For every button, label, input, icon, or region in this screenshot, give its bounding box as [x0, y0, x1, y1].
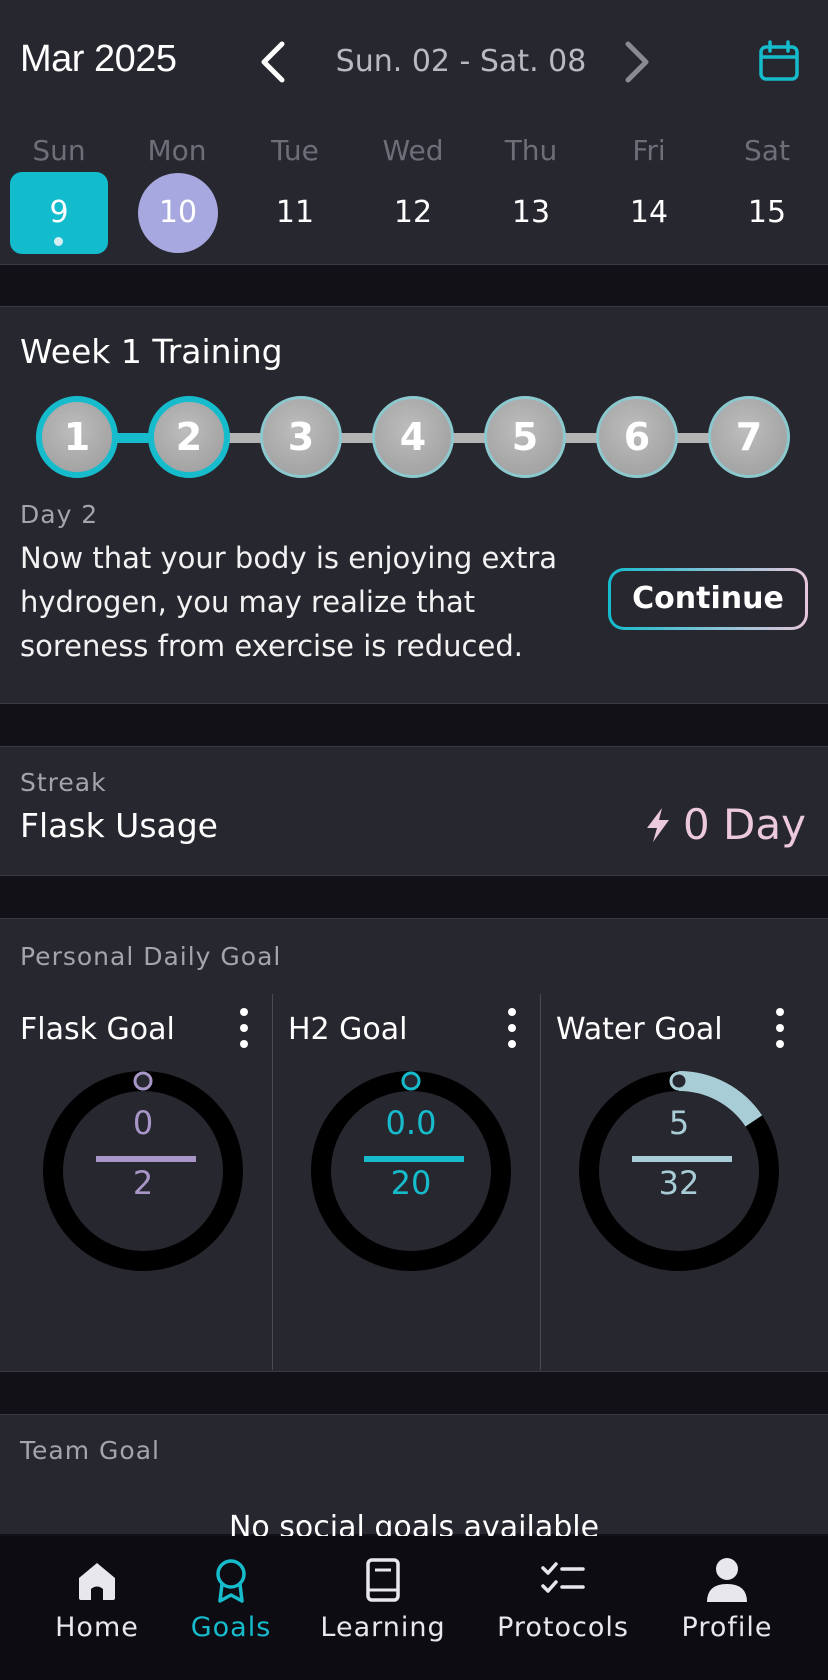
- weekday-label: Mon: [147, 134, 207, 167]
- weekday-label: Fri: [632, 134, 666, 167]
- tab-label: Learning: [320, 1612, 446, 1643]
- goal-ring-knob: [401, 1071, 421, 1091]
- chevron-right-icon[interactable]: [616, 38, 656, 86]
- calendar-icon[interactable]: [756, 38, 802, 84]
- flask-goal: Flask Goal 0 2: [0, 992, 268, 1370]
- training-body: Now that your body is enjoying extra hyd…: [20, 541, 558, 663]
- goal-fraction-bar: [632, 1156, 732, 1162]
- weekday-label: Wed: [382, 134, 444, 167]
- divider: [0, 703, 828, 704]
- water-goal: Water Goal 5 32: [536, 992, 804, 1370]
- goal-title: Water Goal: [556, 1012, 723, 1047]
- checklist-icon: [541, 1562, 585, 1593]
- chevron-left-icon[interactable]: [254, 38, 294, 86]
- day-selected[interactable]: 10: [138, 173, 218, 253]
- tab-protocols[interactable]: Protocols: [480, 1556, 646, 1666]
- continue-label: Continue: [611, 571, 805, 627]
- training-title: Week 1 Training: [20, 332, 283, 371]
- more-vertical-icon[interactable]: [234, 1006, 254, 1050]
- day-number: 9: [49, 195, 69, 230]
- training-step-2[interactable]: 2: [148, 396, 230, 478]
- streak-card: Streak Flask Usage 0 Day: [0, 746, 828, 876]
- divider: [0, 1414, 828, 1415]
- user-icon: [707, 1558, 747, 1602]
- day-number[interactable]: 13: [482, 172, 580, 254]
- weekday-label: Sun: [32, 134, 86, 167]
- streak-label: Streak: [20, 768, 107, 797]
- continue-button[interactable]: Continue: [608, 568, 808, 630]
- streak-value: 0 Day: [643, 800, 806, 849]
- tab-goals[interactable]: Goals: [148, 1556, 314, 1666]
- weekday-label: Sat: [744, 134, 790, 167]
- goal-target: 20: [390, 1164, 432, 1202]
- training-steps: 1 2 3 4 5 6 7: [36, 396, 796, 480]
- goal-title: Flask Goal: [20, 1012, 175, 1047]
- divider: [0, 918, 828, 919]
- week-range: Sun. 02 - Sat. 08: [335, 44, 587, 79]
- more-vertical-icon[interactable]: [770, 1006, 790, 1050]
- week-header: Mar 2025 Sun. 02 - Sat. 08 Sun Mon Tue W…: [0, 0, 828, 264]
- award-icon: [216, 1559, 246, 1603]
- goal-ring-knob: [669, 1071, 689, 1091]
- weekday-label: Thu: [504, 134, 558, 167]
- divider: [0, 746, 828, 747]
- goal-title: H2 Goal: [288, 1012, 408, 1047]
- tab-profile[interactable]: Profile: [644, 1556, 810, 1666]
- team-goal-card: Team Goal No social goals available: [0, 1414, 828, 1545]
- goal-fraction-bar: [96, 1156, 196, 1162]
- h2-goal: H2 Goal 0.0 20: [268, 992, 536, 1370]
- divider: [0, 264, 828, 265]
- divider: [0, 875, 828, 876]
- goal-ring-knob: [133, 1071, 153, 1091]
- tab-learning[interactable]: Learning: [300, 1556, 466, 1666]
- day-today[interactable]: 9: [10, 172, 108, 254]
- goal-value: 0.0: [385, 1104, 437, 1142]
- team-goal-label: Team Goal: [20, 1436, 160, 1465]
- day-number[interactable]: 11: [246, 172, 344, 254]
- goal-value: 0: [132, 1104, 154, 1142]
- goal-fraction-bar: [364, 1156, 464, 1162]
- month-title: Mar 2025: [20, 38, 177, 80]
- training-step-4[interactable]: 4: [372, 396, 454, 478]
- weekday-label: Tue: [271, 134, 319, 167]
- training-step-1[interactable]: 1: [36, 396, 118, 478]
- training-step-7[interactable]: 7: [708, 396, 790, 478]
- streak-title: Flask Usage: [20, 806, 218, 845]
- goal-value: 5: [668, 1104, 690, 1142]
- goal-target: 2: [132, 1164, 154, 1202]
- goal-target: 32: [658, 1164, 700, 1202]
- daily-goal-card: Personal Daily Goal Flask Goal 0 2 H2 Go…: [0, 918, 828, 1372]
- home-icon: [79, 1563, 115, 1600]
- training-step-6[interactable]: 6: [596, 396, 678, 478]
- weekday-labels: Sun Mon Tue Wed Thu Fri Sat: [0, 134, 828, 174]
- bolt-icon: [646, 807, 669, 842]
- more-vertical-icon[interactable]: [502, 1006, 522, 1050]
- day-number[interactable]: 12: [364, 172, 462, 254]
- weekday-numbers: 9 10 11 12 13 14 15: [0, 172, 828, 256]
- today-dot: [54, 237, 63, 246]
- tab-label: Profile: [681, 1612, 773, 1643]
- book-icon: [366, 1558, 400, 1602]
- bottom-tab-bar: Home Goals Learning Protocols Profile: [0, 1536, 828, 1680]
- daily-goal-label: Personal Daily Goal: [20, 942, 282, 971]
- day-number[interactable]: 14: [600, 172, 698, 254]
- day-caption: Day 2: [20, 500, 99, 529]
- day-number[interactable]: 15: [718, 172, 816, 254]
- streak-days: 0 Day: [682, 800, 806, 849]
- training-step-3[interactable]: 3: [260, 396, 342, 478]
- tab-label: Protocols: [497, 1612, 629, 1643]
- training-step-5[interactable]: 5: [484, 396, 566, 478]
- training-card: Week 1 Training 1 2 3 4 5 6 7 Day 2 Now …: [0, 306, 828, 704]
- divider: [0, 306, 828, 307]
- tab-label: Goals: [190, 1612, 272, 1643]
- divider: [0, 1371, 828, 1372]
